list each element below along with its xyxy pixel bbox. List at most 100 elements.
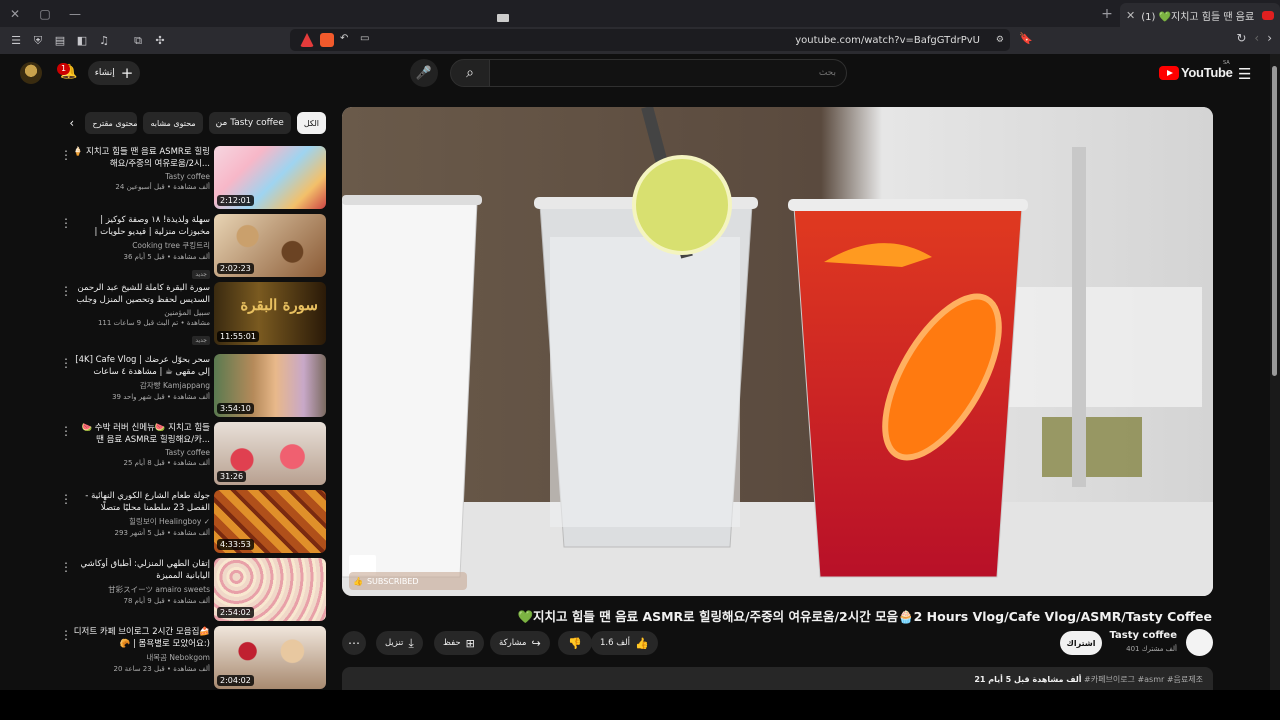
list-item[interactable]: ⋮ 🍉 수박 러버 신메뉴🍉 지치고 힘들 땐 음료 ASMR로 힐링해요/카.…	[60, 420, 328, 488]
menu-icon[interactable]: ☰	[6, 31, 26, 51]
browser-tab[interactable]: ✕ (1) 💚지치고 힘들 땐 음료 AS	[1120, 3, 1280, 27]
rec-channel[interactable]: 내복곰 Nebokgom	[72, 652, 210, 663]
chip-all[interactable]: الكل	[296, 112, 326, 134]
sidebar-icon[interactable]: ◧	[72, 31, 92, 51]
list-item[interactable]: ⋮ [4K] Cafe Vlog | سحر بحوّل عرضك إلى مق…	[60, 352, 328, 420]
extensions-icon[interactable]: ✣	[150, 31, 170, 51]
create-button[interactable]: إنشاء +	[88, 61, 140, 85]
rec-thumbnail[interactable]: 31:26	[214, 422, 326, 485]
new-tab-icon[interactable]: +	[1094, 6, 1120, 22]
subscribed-watermark: 👍 SUBSCRIBED	[349, 572, 467, 590]
more-options-icon[interactable]: ⋮	[60, 216, 72, 230]
back-arrow-icon[interactable]: ↶	[340, 33, 354, 47]
list-item[interactable]: ⋮ سورة البقرة كاملة للشيخ عبد الرحمن الس…	[60, 280, 328, 352]
voice-search-mic-icon[interactable]: 🎤	[410, 59, 438, 87]
subscribe-button[interactable]: اشتراك	[1060, 631, 1102, 655]
scrollbar-thumb[interactable]	[1272, 66, 1277, 376]
rec-title[interactable]: سهلة ولذيذة! ١٨ وصفة كوكيز | مخبوزات منز…	[72, 214, 211, 238]
rec-thumbnail[interactable]: سورة البقرة 11:55:01	[214, 282, 326, 345]
screenshot-icon[interactable]: ⧉	[128, 31, 148, 51]
url-text[interactable]: youtube.com/watch?v=BafgGTdrPvU	[795, 35, 980, 46]
account-avatar[interactable]	[20, 62, 42, 84]
chip-related[interactable]: محتوى مشابه	[143, 112, 203, 134]
more-options-icon[interactable]: ⋮	[60, 148, 72, 162]
more-options-icon[interactable]: ⋮	[60, 628, 72, 642]
keyboard-icon[interactable]	[497, 14, 509, 22]
duration-badge: 31:26	[217, 471, 247, 482]
channel-name[interactable]: Tasty coffee	[1110, 630, 1177, 641]
more-options-icon[interactable]: ⋮	[60, 424, 72, 438]
tab-close-icon[interactable]: ✕	[1126, 9, 1135, 22]
more-actions-button[interactable]: ⋯	[342, 631, 366, 655]
bookmark-icon[interactable]: 🔖	[1019, 32, 1033, 45]
rec-meta: 78 ألف مشاهدة • قبل 9 أيام	[123, 597, 210, 605]
chip-recommended[interactable]: محتوى مقترح	[85, 112, 138, 134]
rec-channel[interactable]: سبيل المؤمنين	[72, 308, 210, 317]
rec-channel[interactable]: Cooking tree 쿠킹트리	[72, 240, 210, 251]
video-frame	[342, 107, 1213, 596]
brave-shields-icon[interactable]	[320, 33, 334, 47]
more-options-icon[interactable]: ⋮	[60, 284, 72, 298]
rec-title[interactable]: 🍦 지치고 힘들 땐 음료 ASMR로 힐링해요/주중의 여유로움/2시...	[72, 146, 210, 170]
address-bar[interactable]: ↶ ▭ youtube.com/watch?v=BafgGTdrPvU ⚙	[290, 29, 1010, 51]
back-icon[interactable]: ‹	[1254, 31, 1259, 45]
rec-channel[interactable]: 힐링보이 Healingboy ✓	[72, 516, 210, 527]
close-window-icon[interactable]: ✕	[0, 0, 30, 27]
search-input[interactable]	[489, 59, 847, 87]
minimize-window-icon[interactable]: —	[60, 0, 90, 27]
more-options-icon[interactable]: ⋮	[60, 560, 72, 574]
rec-title[interactable]: إتقان الطهي المنزلي: أطباق أوكاشي اليابا…	[72, 558, 210, 582]
music-icon[interactable]: ♫	[94, 31, 114, 51]
list-item[interactable]: ⋮ 🍦 지치고 힘들 땐 음료 ASMR로 힐링해요/주중의 여유로움/2시..…	[60, 144, 328, 212]
rec-title[interactable]: 디저트 카페 브이로그 2시간 모음집🍰🥐 | 몸욕별로 모았어요:)	[72, 626, 210, 650]
maximize-window-icon[interactable]: ▢	[30, 0, 60, 27]
rec-title[interactable]: جولة طعام الشارع الكوري النهائية - الفصل…	[72, 490, 210, 514]
shield-icon[interactable]: ⛨	[28, 31, 48, 51]
rec-title[interactable]: سورة البقرة كاملة للشيخ عبد الرحمن السدي…	[72, 282, 210, 306]
rec-title[interactable]: 🍉 수박 러버 신메뉴🍉 지치고 힘들 땐 음료 ASMR로 힐링해요/카...	[72, 422, 210, 446]
page-scrollbar[interactable]	[1270, 54, 1280, 690]
description-box[interactable]: 21 ألف مشاهدة قبل 5 أيام #카페브이로그 #asmr #…	[342, 667, 1213, 690]
rec-channel[interactable]: Tasty coffee	[72, 172, 210, 181]
list-item[interactable]: ⋮ سهلة ولذيذة! ١٨ وصفة كوكيز | مخبوزات م…	[60, 212, 328, 280]
chip-from-channel[interactable]: من Tasty coffee	[208, 112, 291, 134]
rec-thumbnail[interactable]: 2:12:01	[214, 146, 326, 209]
rec-thumbnail[interactable]: 2:02:23	[214, 214, 326, 277]
new-badge: جديد	[192, 270, 210, 279]
youtube-logo[interactable]: YouTube	[1159, 65, 1233, 80]
like-button[interactable]: 1.6 ألف 👍	[591, 631, 658, 655]
rec-channel[interactable]: Tasty coffee	[72, 448, 210, 457]
guide-menu-icon[interactable]: ☰	[1238, 65, 1251, 83]
duration-badge: 2:02:23	[217, 263, 254, 274]
rec-channel[interactable]: 감자빵 Kamjappang	[72, 380, 210, 391]
more-options-icon[interactable]: ⋮	[60, 356, 72, 370]
rec-channel[interactable]: 甘彩スイーツ amairo sweets	[72, 584, 210, 595]
video-player[interactable]	[342, 107, 1213, 596]
site-settings-icon[interactable]: ⚙	[996, 35, 1004, 45]
duration-badge: 3:54:10	[217, 403, 254, 414]
rec-thumbnail[interactable]: 2:54:02	[214, 558, 326, 621]
forward-icon[interactable]: ›	[1267, 31, 1272, 45]
rec-title[interactable]: [4K] Cafe Vlog | سحر بحوّل عرضك إلى مقهى…	[72, 354, 210, 378]
rec-info: جولة طعام الشارع الكوري النهائية - الفصل…	[72, 490, 210, 537]
rec-thumbnail[interactable]: 2:04:02	[214, 626, 326, 689]
share-button[interactable]: مشاركة ↪	[490, 631, 550, 655]
rec-thumbnail[interactable]: 3:54:10	[214, 354, 326, 417]
reload-icon[interactable]: ↻	[1236, 31, 1246, 45]
more-options-icon[interactable]: ⋮	[60, 492, 72, 506]
brave-rewards-icon[interactable]	[300, 33, 314, 47]
video-title: 💚지치고 힘들 땐 음료 ASMR로 힐링해요/주중의 여유로움/2시간 모음🧁…	[517, 609, 1212, 624]
list-item[interactable]: ⋮ إتقان الطهي المنزلي: أطباق أوكاشي اليا…	[60, 556, 328, 624]
save-button[interactable]: حفظ ⊞	[434, 631, 484, 655]
channel-avatar[interactable]	[1186, 629, 1213, 656]
tab-icon[interactable]: ▭	[360, 33, 374, 47]
reader-icon[interactable]: ▤	[50, 31, 70, 51]
search-button[interactable]: ⌕	[450, 59, 490, 87]
dislike-button[interactable]: 👎	[558, 631, 592, 655]
download-button[interactable]: تنزيل ⤓	[376, 631, 423, 655]
list-item[interactable]: ⋮ جولة طعام الشارع الكوري النهائية - الف…	[60, 488, 328, 556]
description-tags[interactable]: #카페브이로그 #asmr #음료제조	[1084, 675, 1203, 684]
list-item[interactable]: ⋮ 디저트 카페 브이로그 2시간 모음집🍰🥐 | 몸욕별로 모았어요:) 내복…	[60, 624, 328, 692]
rec-thumbnail[interactable]: 4:33:53	[214, 490, 326, 553]
chips-prev-arrow-icon[interactable]: ‹	[64, 116, 79, 130]
